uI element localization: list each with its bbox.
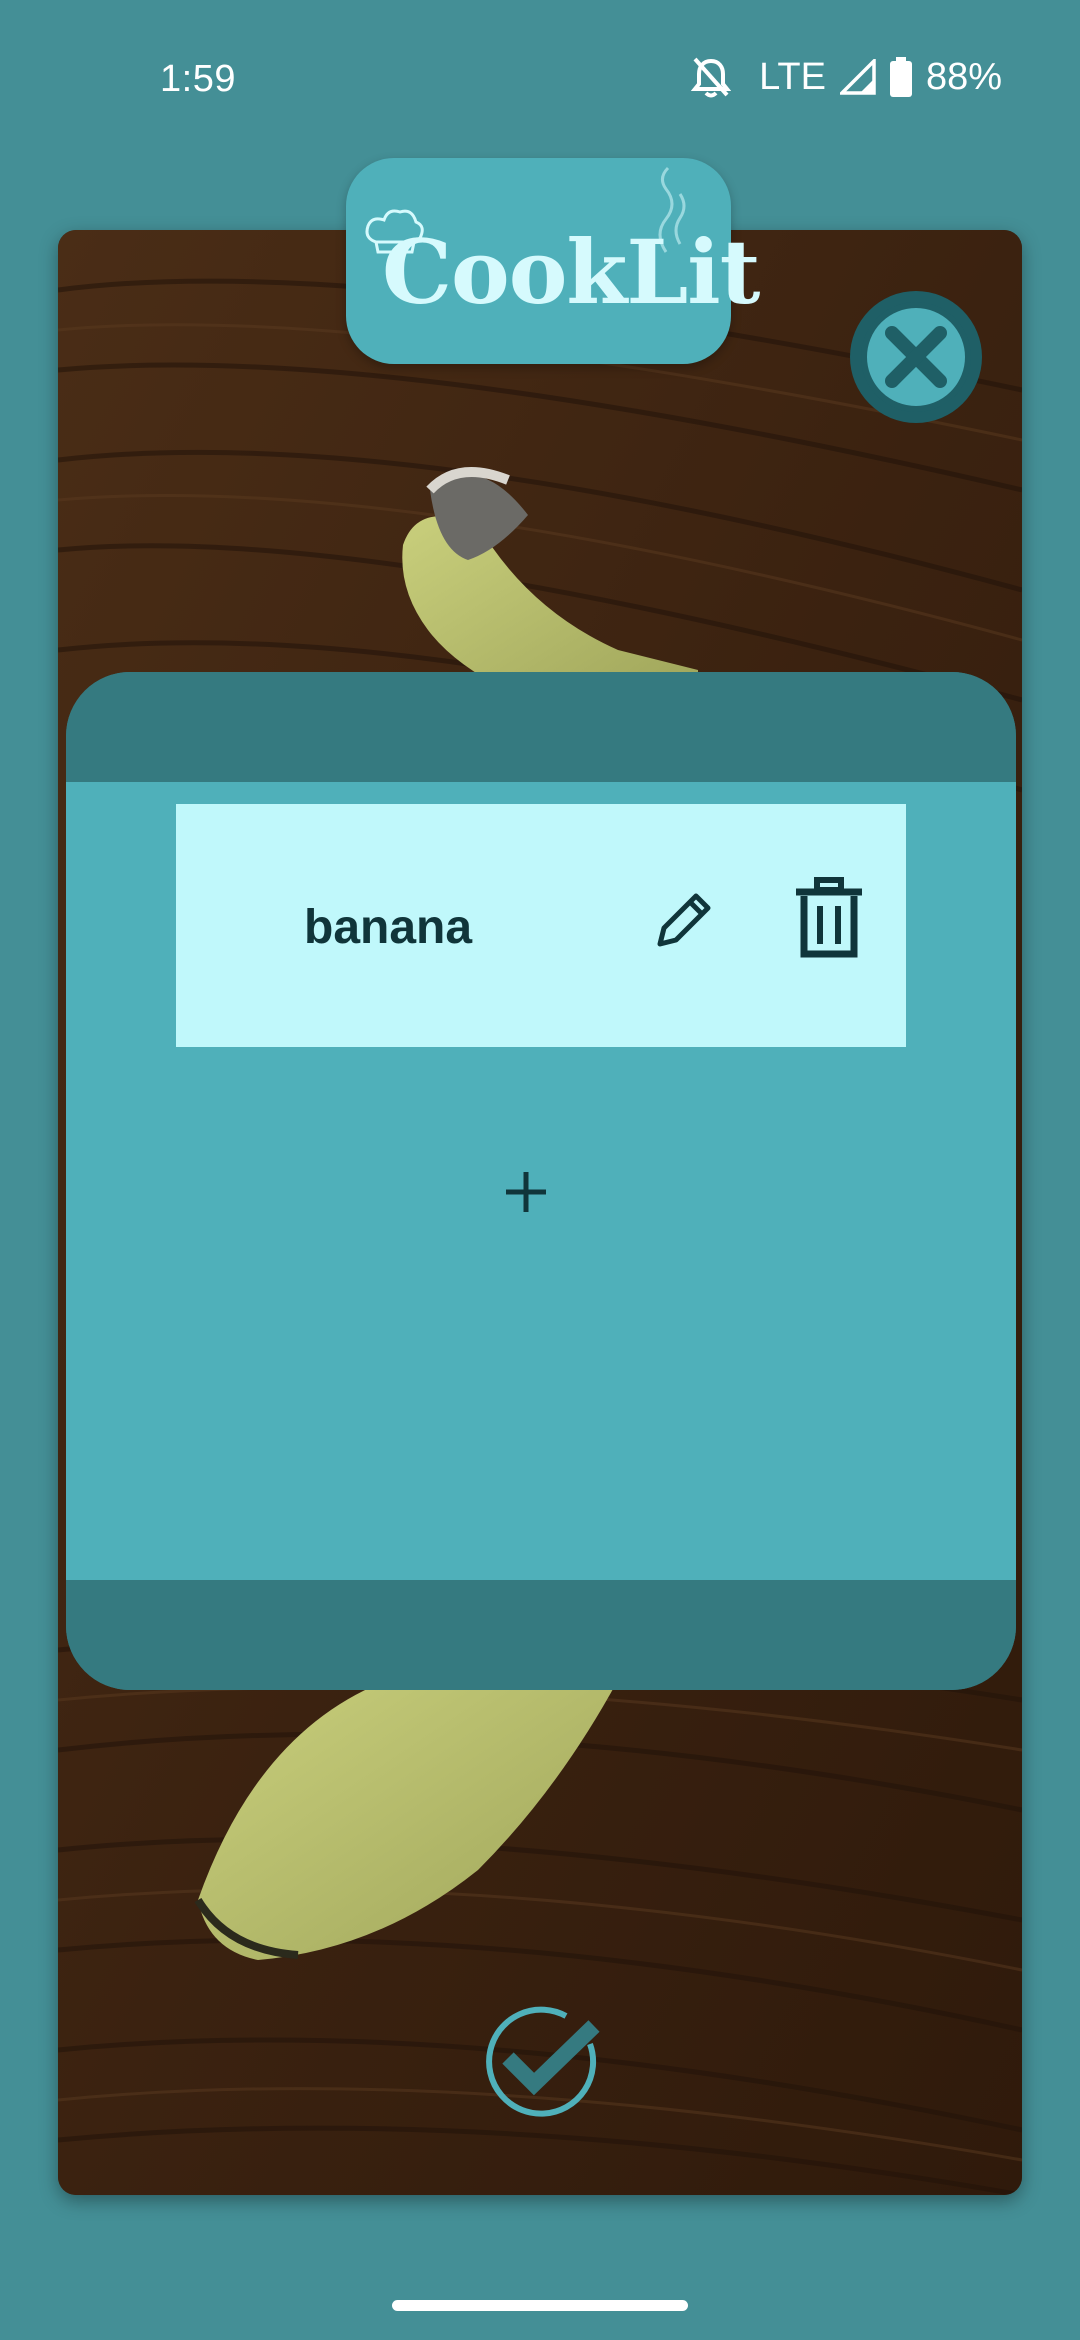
ingredient-item[interactable]: banana [176,804,906,1047]
delete-ingredient-button[interactable] [784,872,874,962]
pencil-icon [657,893,711,947]
battery-icon [889,57,912,97]
notifications-off-icon [691,55,732,99]
logo-text: CookLit [382,220,760,324]
panel-header [66,672,1016,782]
network-label: LTE [759,55,826,98]
status-time: 1:59 [160,58,236,100]
ingredient-name: banana [304,901,473,954]
cooklit-logo: CookLit [346,158,760,364]
ingredient-list: banana [66,782,1016,1580]
status-bar: 1:59 LTE 88% [0,0,1080,165]
trash-icon [796,877,862,958]
close-circle-icon [850,291,982,423]
ingredient-panel: banana [66,672,1016,1690]
panel-footer [66,1580,1016,1690]
status-icons: LTE 88% [691,54,1002,100]
add-ingredient-button[interactable] [486,1152,566,1232]
gesture-nav-handle[interactable] [392,2300,688,2311]
battery-percent: 88% [925,55,1002,98]
plus-icon [506,1172,546,1212]
close-button[interactable] [846,287,986,427]
signal-icon [839,59,876,95]
edit-ingredient-button[interactable] [644,880,724,960]
confirm-button[interactable] [482,2000,602,2120]
check-circle-icon [486,2006,600,2117]
